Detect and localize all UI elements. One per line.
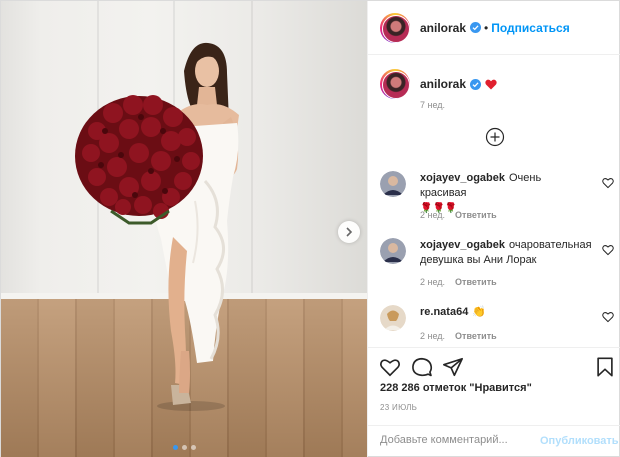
reply-button[interactable]: Ответить xyxy=(455,277,497,287)
caption-time: 7 нед. xyxy=(420,100,446,110)
load-more-comments-button[interactable] xyxy=(485,127,505,147)
carousel-dots xyxy=(173,445,196,450)
comment-username[interactable]: xojayev_ogabek xyxy=(420,172,505,184)
avatar[interactable] xyxy=(380,171,406,197)
post-header: anilorak • Подписаться xyxy=(368,1,620,55)
avatar[interactable] xyxy=(380,12,410,43)
follow-button[interactable]: Подписаться xyxy=(491,21,569,35)
comment-username[interactable]: re.nata64 xyxy=(420,306,468,318)
comment-time: 2 нед. xyxy=(420,210,446,220)
caption: anilorak xyxy=(380,69,497,99)
comment-like-heart-icon[interactable] xyxy=(602,244,614,256)
verified-badge-icon xyxy=(470,78,482,90)
share-icon[interactable] xyxy=(442,356,464,378)
likes-count[interactable]: 228 286 отметок "Нравится" xyxy=(380,382,532,394)
comment-time: 2 нед. xyxy=(420,277,446,287)
bookmark-icon[interactable] xyxy=(594,356,616,378)
avatar[interactable] xyxy=(380,305,406,331)
post-actions: 228 286 отметок "Нравится" 23 ИЮЛЬ Опубл… xyxy=(368,347,620,457)
avatar[interactable] xyxy=(380,69,410,99)
heart-icon[interactable] xyxy=(379,356,401,378)
verified-badge-icon xyxy=(470,22,482,33)
post-side-panel: anilorak • Подписаться anilorak 7 нед. x… xyxy=(367,1,620,457)
carousel-dot xyxy=(182,445,187,450)
caption-username[interactable]: anilorak xyxy=(420,77,466,91)
header-separator: • xyxy=(484,20,489,35)
reply-button[interactable]: Ответить xyxy=(455,331,497,341)
instagram-post: anilorak • Подписаться anilorak 7 нед. x… xyxy=(0,0,620,457)
carousel-dot-active xyxy=(173,445,178,450)
post-date: 23 ИЮЛЬ xyxy=(380,403,418,412)
comment-time: 2 нед. xyxy=(420,331,446,341)
publish-button[interactable]: Опубликовать xyxy=(540,435,619,447)
comment-meta: 2 нед. Ответить xyxy=(420,331,497,341)
comment-input[interactable] xyxy=(380,434,530,446)
photo-subject xyxy=(75,42,239,411)
avatar[interactable] xyxy=(380,238,406,264)
comment-emoji: 👏 xyxy=(472,306,487,318)
chevron-right-icon xyxy=(346,227,353,237)
add-comment-bar: Опубликовать xyxy=(368,425,620,457)
carousel-dot xyxy=(191,445,196,450)
next-slide-button[interactable] xyxy=(338,221,360,243)
comment-meta: 2 нед. Ответить xyxy=(420,210,497,220)
comment-icon[interactable] xyxy=(411,356,433,378)
post-photo[interactable] xyxy=(1,1,367,457)
comment-like-heart-icon[interactable] xyxy=(602,311,614,323)
reply-button[interactable]: Ответить xyxy=(455,210,497,220)
header-username[interactable]: anilorak xyxy=(420,21,466,35)
comment-meta: 2 нед. Ответить xyxy=(420,277,497,287)
red-heart-emoji-icon xyxy=(485,79,497,89)
comment-username[interactable]: xojayev_ogabek xyxy=(420,239,505,251)
comment-like-heart-icon[interactable] xyxy=(602,177,614,189)
